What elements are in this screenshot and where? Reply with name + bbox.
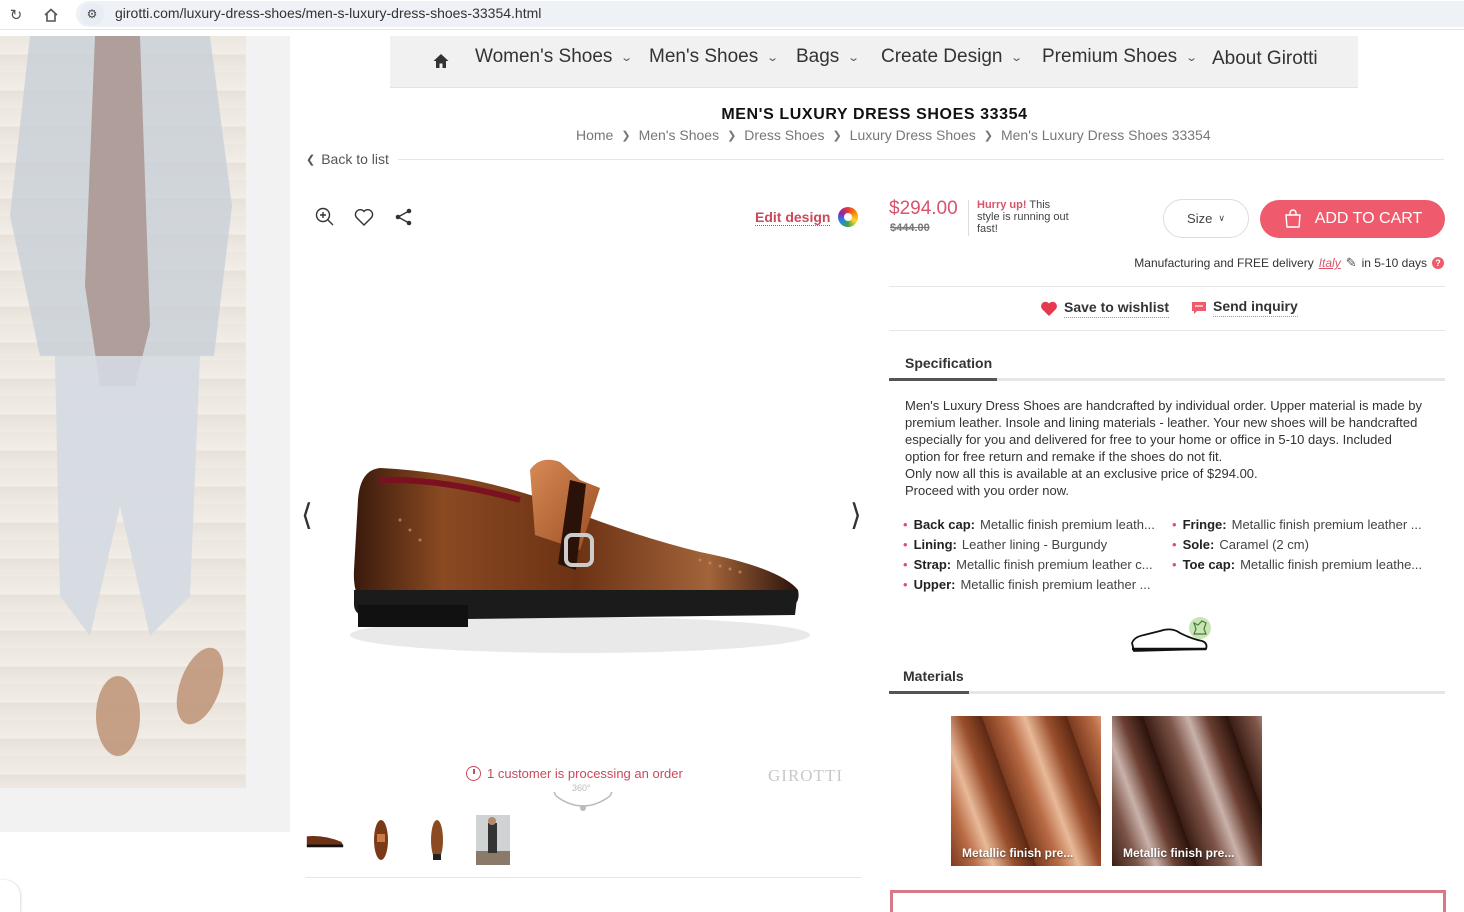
zoom-icon[interactable] — [314, 206, 336, 228]
home-icon[interactable] — [40, 4, 62, 26]
divider — [889, 286, 1445, 287]
tab-specification[interactable]: Specification — [901, 355, 996, 377]
save-to-wishlist-button[interactable]: Save to wishlist — [1040, 299, 1170, 318]
chevron-right-icon: ❯ — [727, 129, 737, 142]
spec-strap: • Strap: Metallic finish premium leather c… — [903, 557, 1153, 572]
processing-order-notice: 1 customer is processing an order — [466, 766, 683, 781]
pencil-icon[interactable]: ✎ — [1346, 255, 1357, 271]
chevron-down-icon: ∨ — [1218, 213, 1225, 223]
chevron-left-icon: ❮ — [306, 153, 316, 166]
spec-back-cap: • Back cap: Metallic finish premium leath.… — [903, 517, 1155, 532]
spec-sole: • Sole: Caramel (2 cm) — [1172, 537, 1309, 552]
specs-list: • Back cap: Metallic finish premium leath.… — [903, 517, 1443, 593]
nav-premium-shoes[interactable]: Premium Shoes ⌄ — [1042, 46, 1199, 68]
chevron-right-icon: ❯ — [983, 129, 993, 142]
heart-filled-icon — [1041, 301, 1057, 316]
left-background-panel — [0, 36, 290, 832]
divider — [305, 877, 861, 878]
breadcrumb-mens-shoes[interactable]: Men's Shoes — [639, 127, 720, 143]
spec-upper: • Upper: Metallic finish premium leather .… — [903, 577, 1151, 592]
breadcrumb-luxury-dress-shoes[interactable]: Luxury Dress Shoes — [850, 127, 976, 143]
size-select[interactable]: Size ∨ — [1163, 199, 1249, 238]
tab-indicator — [889, 691, 969, 694]
clock-icon — [466, 766, 481, 781]
chevron-right-icon: ❯ — [832, 129, 842, 142]
nav-bags[interactable]: Bags ⌄ — [796, 46, 861, 68]
nav-about-girotti[interactable]: About Girotti — [1212, 48, 1318, 70]
material-swatch[interactable]: Metallic finish pre... — [1112, 716, 1262, 866]
url-text[interactable]: girotti.com/luxury-dress-shoes/men-s-lux… — [115, 5, 541, 21]
shopping-bag-icon — [1284, 209, 1301, 228]
breadcrumb-home[interactable]: Home — [576, 127, 613, 143]
thumbnail-model[interactable] — [473, 815, 513, 865]
next-image-arrow[interactable]: ⟩ — [850, 498, 862, 533]
delivery-country-link[interactable]: Italy — [1319, 256, 1341, 270]
chevron-down-icon: ⌄ — [620, 51, 634, 64]
chevron-down-icon: ⌄ — [1185, 51, 1199, 64]
previous-image-arrow[interactable]: ⟨ — [301, 498, 313, 533]
tab-indicator — [889, 378, 997, 381]
rotate-360-label: 360° — [572, 783, 591, 793]
chevron-right-icon: ❯ — [621, 129, 631, 142]
reload-icon[interactable]: ↻ — [5, 4, 27, 26]
tab-materials[interactable]: Materials — [899, 668, 968, 690]
divider — [889, 330, 1445, 331]
back-to-list-link[interactable]: ❮ Back to list — [306, 151, 389, 167]
rotate-360-control[interactable]: 360° — [552, 783, 614, 812]
chevron-down-icon: ⌄ — [847, 51, 861, 64]
chevron-down-icon: ⌄ — [1010, 51, 1024, 64]
nav-womens-shoes[interactable]: Women's Shoes ⌄ — [475, 46, 634, 68]
model-photo — [0, 36, 246, 788]
scroll-widget[interactable] — [0, 880, 20, 912]
shoe-outline-icon — [1131, 617, 1211, 652]
spec-fringe: • Fringe: Metallic finish premium leather … — [1172, 517, 1422, 532]
site-info-icon[interactable]: ⚙ — [80, 3, 104, 25]
delivery-info: Manufacturing and FREE delivery Italy ✎ … — [1134, 255, 1444, 271]
chevron-down-icon: ⌄ — [766, 51, 780, 64]
breadcrumb: Home ❯ Men's Shoes ❯ Dress Shoes ❯ Luxur… — [576, 127, 1211, 143]
breadcrumb-current: Men's Luxury Dress Shoes 33354 — [1000, 127, 1211, 143]
home-nav-icon[interactable] — [432, 52, 450, 70]
material-swatch[interactable]: Metallic finish pre... — [951, 716, 1101, 866]
share-icon[interactable] — [393, 206, 415, 228]
current-price: $294.00 — [889, 198, 958, 219]
thumbnail-side[interactable] — [305, 815, 345, 865]
nav-mens-shoes[interactable]: Men's Shoes ⌄ — [649, 46, 780, 68]
send-inquiry-button[interactable]: Send inquiry — [1191, 298, 1298, 317]
hurry-notice: Hurry up! This style is running out fast… — [977, 199, 1069, 235]
thumbnail-strip — [305, 815, 513, 865]
browser-toolbar: ↻ ⚙ girotti.com/luxury-dress-shoes/men-s… — [0, 0, 1464, 30]
brand-watermark: GIROTTI — [768, 766, 843, 785]
spec-toe-cap: • Toe cap: Metallic finish premium leathe.… — [1172, 557, 1423, 572]
chat-icon — [1192, 301, 1206, 314]
divider — [398, 159, 1444, 160]
thumbnail-top[interactable] — [361, 815, 401, 865]
product-description: Men's Luxury Dress Shoes are handcrafted… — [905, 398, 1422, 498]
divider — [968, 200, 969, 236]
color-wheel-icon — [838, 207, 859, 227]
page-title: MEN'S LUXURY DRESS SHOES 33354 — [721, 106, 1028, 123]
materials-tab-header: Materials — [889, 668, 1445, 694]
help-icon[interactable]: ? — [1432, 257, 1444, 269]
nav-create-design[interactable]: Create Design ⌄ — [881, 46, 1024, 68]
product-image — [350, 459, 810, 653]
main-nav: Women's Shoes ⌄ Men's Shoes ⌄ Bags ⌄ Create… — [390, 36, 1358, 88]
thumbnail-back[interactable] — [417, 815, 457, 865]
heart-icon[interactable] — [353, 206, 375, 228]
add-to-cart-button[interactable]: ADD TO CART — [1260, 200, 1445, 238]
old-price: $444.00 — [890, 222, 930, 234]
spec-lining: • Lining: Leather lining - Burgundy — [903, 537, 1108, 552]
breadcrumb-dress-shoes[interactable]: Dress Shoes — [744, 127, 824, 143]
edit-design-button[interactable]: Edit design — [755, 207, 859, 227]
specification-tab-header: Specification — [889, 355, 1445, 381]
bottom-bordered-box — [890, 890, 1446, 912]
